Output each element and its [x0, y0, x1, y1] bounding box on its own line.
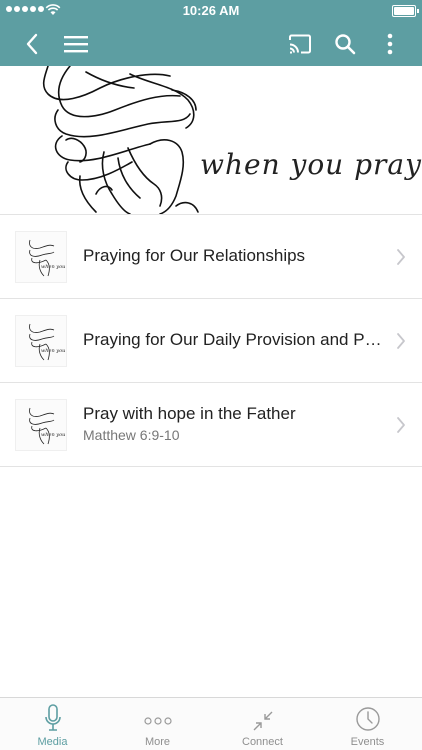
status-bar: 10:26 AM [0, 0, 422, 22]
list-item[interactable]: when you pray Praying for Our Relationsh… [0, 214, 422, 298]
tab-label: Media [37, 736, 68, 748]
clock-icon [355, 707, 380, 731]
ellipsis-icon [143, 717, 172, 725]
item-subtitle: Matthew 6:9-10 [83, 427, 180, 443]
chevron-left-icon [26, 33, 38, 55]
tab-more[interactable]: More [105, 698, 210, 750]
tab-bar: Media More Connect Events [0, 697, 422, 750]
connect-arrows-icon [253, 711, 272, 731]
series-hero-image: when you pray [0, 66, 422, 214]
item-thumbnail: when you pray [15, 399, 67, 451]
cast-button[interactable] [282, 22, 318, 66]
hamburger-icon [64, 36, 88, 53]
list-item[interactable]: when you pray Praying for Our Daily Prov… [0, 298, 422, 382]
cast-icon [289, 34, 311, 54]
tab-label: More [144, 736, 171, 748]
tab-label: Events [350, 736, 385, 748]
svg-text:when you pray: when you pray [41, 348, 66, 354]
search-button[interactable] [327, 22, 363, 66]
svg-text:when you pray: when you pray [41, 264, 66, 270]
tab-label: Connect [242, 736, 283, 748]
chevron-right-icon [397, 249, 405, 265]
tab-media[interactable]: Media [0, 698, 105, 750]
item-thumbnail: when you pray [15, 231, 67, 283]
microphone-icon [44, 704, 61, 731]
item-title: Pray with hope in the Father [83, 404, 296, 423]
chevron-right-icon [397, 417, 405, 433]
status-time: 10:26 AM [182, 3, 240, 18]
tab-connect[interactable]: Connect [210, 698, 315, 750]
tab-events[interactable]: Events [315, 698, 420, 750]
battery-icon [392, 5, 419, 17]
menu-button[interactable] [58, 22, 94, 66]
more-options-button[interactable] [372, 22, 408, 66]
back-button[interactable] [14, 22, 50, 66]
navigation-bar [0, 22, 422, 66]
chevron-right-icon [397, 333, 405, 349]
item-title: Praying for Our Daily Provision and Pr… [83, 330, 382, 349]
item-title: Praying for Our Relationships [83, 246, 306, 265]
search-icon [335, 34, 356, 55]
list-item[interactable]: when you pray Pray with hope in the Fath… [0, 382, 422, 467]
praying-hands-illustration [42, 66, 199, 214]
hero-caption: when you pray [200, 148, 422, 181]
svg-text:when you pray: when you pray [41, 432, 66, 438]
vertical-dots-icon [387, 33, 393, 55]
item-thumbnail: when you pray [15, 315, 67, 367]
media-list: when you pray Praying for Our Relationsh… [0, 214, 422, 467]
